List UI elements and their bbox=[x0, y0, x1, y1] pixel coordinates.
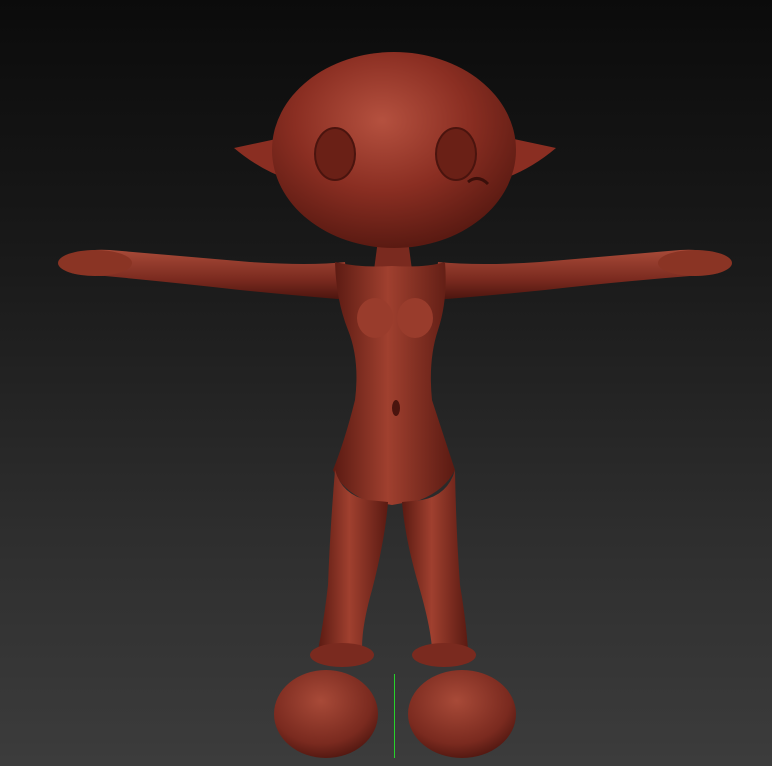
right-hand bbox=[658, 250, 732, 276]
left-foot bbox=[274, 670, 378, 758]
chest-left bbox=[357, 298, 393, 338]
chest-right bbox=[397, 298, 433, 338]
right-eye-socket bbox=[435, 127, 477, 181]
head bbox=[272, 52, 516, 248]
right-foot bbox=[408, 670, 516, 758]
navel bbox=[392, 400, 400, 416]
left-ankle-cuff bbox=[310, 643, 374, 667]
character-model[interactable] bbox=[0, 0, 772, 766]
3d-viewport[interactable] bbox=[0, 0, 772, 766]
left-hand bbox=[58, 250, 132, 276]
y-axis-line bbox=[394, 674, 395, 758]
left-eye-socket bbox=[314, 127, 356, 181]
right-ankle-cuff bbox=[412, 643, 476, 667]
torso bbox=[333, 262, 455, 505]
